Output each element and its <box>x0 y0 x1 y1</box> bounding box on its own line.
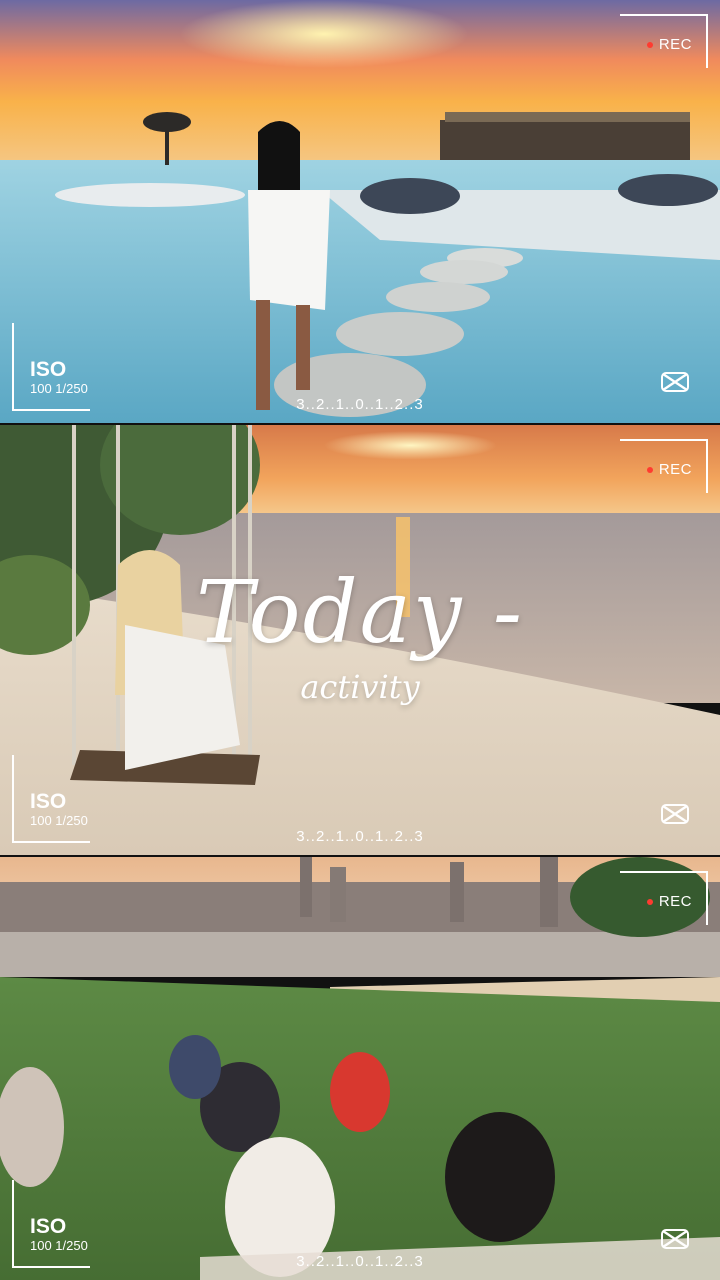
video-frame-park: REC ISO 100 1/250 3..2..1..0..1..2..3 <box>0 857 720 1280</box>
iso-label: ISO <box>30 1215 67 1238</box>
rec-dot-icon <box>646 42 653 49</box>
exposure-scale: 3..2..1..0..1..2..3 <box>296 396 424 413</box>
iso-values: 100 1/250 <box>30 813 88 828</box>
title-overlay: Today - activity <box>0 570 720 706</box>
iso-readout: ISO 100 1/250 <box>30 791 88 827</box>
video-frame-pool: REC ISO 100 1/250 3..2..1..0..1..2..3 <box>0 0 720 423</box>
iso-values: 100 1/250 <box>30 381 88 396</box>
iso-label: ISO <box>30 358 67 381</box>
title-subtitle: activity <box>300 668 420 706</box>
rec-label: REC <box>658 36 692 53</box>
rec-label: REC <box>658 461 692 478</box>
rec-indicator: REC <box>646 461 692 478</box>
capcut-logo-icon <box>661 372 689 392</box>
iso-readout: ISO 100 1/250 <box>30 1216 88 1252</box>
exposure-scale: 3..2..1..0..1..2..3 <box>296 828 424 845</box>
rec-dot-icon <box>646 899 653 906</box>
capcut-logo-icon <box>661 804 689 824</box>
iso-label: ISO <box>30 790 67 813</box>
capcut-logo-icon <box>661 1229 689 1249</box>
iso-readout: ISO 100 1/250 <box>30 359 88 395</box>
title-main: Today - <box>196 563 524 663</box>
scene-pool-sunset <box>0 0 720 423</box>
rec-indicator: REC <box>646 36 692 53</box>
video-frame-beach: REC ISO 100 1/250 3..2..1..0..1..2..3 To… <box>0 425 720 855</box>
iso-values: 100 1/250 <box>30 1238 88 1253</box>
rec-label: REC <box>658 893 692 910</box>
scene-park-skyline <box>0 857 720 1280</box>
rec-indicator: REC <box>646 893 692 910</box>
rec-dot-icon <box>646 467 653 474</box>
exposure-scale: 3..2..1..0..1..2..3 <box>296 1253 424 1270</box>
